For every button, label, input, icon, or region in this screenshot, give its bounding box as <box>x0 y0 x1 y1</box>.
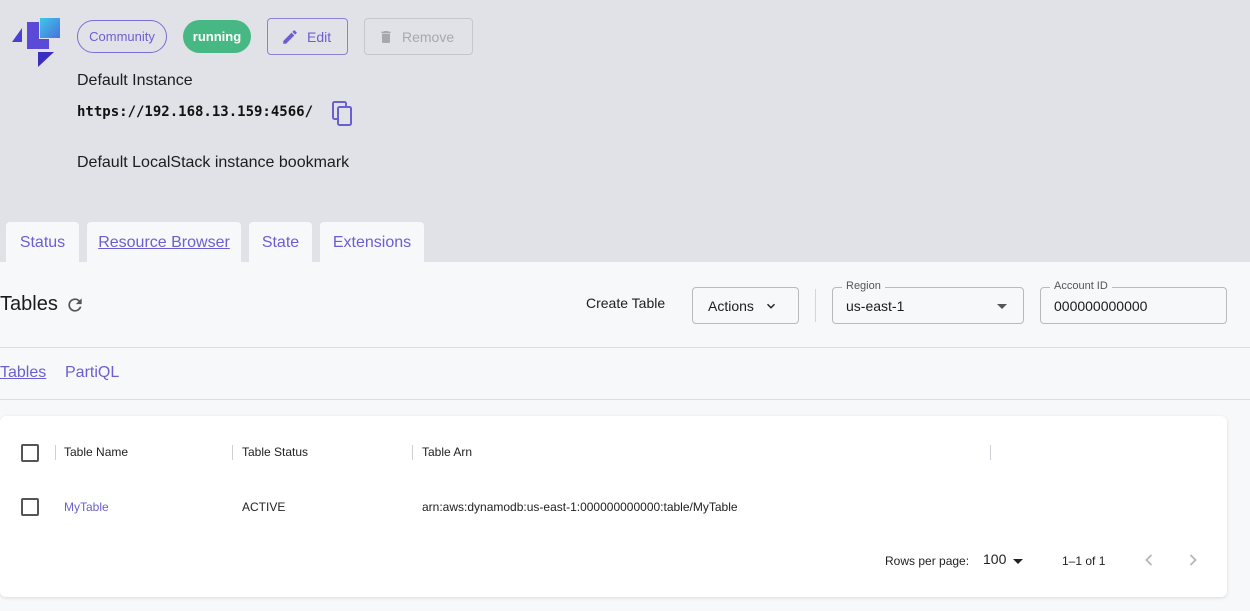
region-select[interactable]: Region us-east-1 <box>832 280 1024 324</box>
account-id-label: Account ID <box>1050 280 1112 292</box>
table-status: ACTIVE <box>242 500 286 514</box>
copy-icon[interactable] <box>332 101 354 127</box>
divider <box>0 399 1250 400</box>
tab-status[interactable]: Status <box>6 222 79 263</box>
pagination-info: 1–1 of 1 <box>1062 554 1106 568</box>
column-header-table-status[interactable]: Table Status <box>242 445 308 459</box>
create-table-button[interactable]: Create Table <box>586 295 665 311</box>
status-badge: running <box>183 20 251 53</box>
edition-chip: Community <box>77 20 167 53</box>
tab-state[interactable]: State <box>249 222 312 263</box>
column-separator <box>412 445 413 460</box>
account-id-value: 000000000000 <box>1054 298 1148 314</box>
actions-label: Actions <box>708 297 754 314</box>
subtab-partiql[interactable]: PartiQL <box>65 364 119 382</box>
instance-header: Community running Edit Remove Default In… <box>0 0 1250 263</box>
caret-down-icon[interactable] <box>1013 559 1023 564</box>
table-name-link[interactable]: MyTable <box>64 500 109 514</box>
tab-resource-browser[interactable]: Resource Browser <box>87 222 241 263</box>
subtab-tables[interactable]: Tables <box>0 364 46 382</box>
region-label: Region <box>842 280 885 292</box>
actions-dropdown[interactable]: Actions <box>692 287 799 324</box>
column-separator <box>55 445 56 460</box>
row-checkbox[interactable] <box>21 498 39 516</box>
column-header-table-arn[interactable]: Table Arn <box>422 445 472 459</box>
column-header-table-name[interactable]: Table Name <box>64 445 128 459</box>
divider <box>0 347 1250 348</box>
account-id-field[interactable]: Account ID 000000000000 <box>1040 280 1227 324</box>
remove-button[interactable]: Remove <box>364 18 473 55</box>
edit-button[interactable]: Edit <box>267 18 348 55</box>
rows-per-page-select[interactable]: 100 <box>983 551 1006 567</box>
chevron-down-icon <box>766 303 775 309</box>
page-title: Tables <box>0 293 58 315</box>
select-all-checkbox[interactable] <box>21 444 39 462</box>
instance-url: https://192.168.13.159:4566/ <box>77 104 314 120</box>
chevron-right-icon[interactable] <box>1183 550 1203 570</box>
rows-per-page-label: Rows per page: <box>885 554 970 568</box>
instance-description: Default LocalStack instance bookmark <box>77 154 350 171</box>
edit-icon <box>283 29 297 44</box>
caret-down-icon <box>997 304 1007 309</box>
trash-icon <box>381 30 391 43</box>
toolbar-divider <box>815 289 816 322</box>
tables-grid: Table Name Table Status Table Arn MyTabl… <box>0 416 1227 597</box>
region-value: us-east-1 <box>846 298 905 314</box>
edit-button-label: Edit <box>307 28 332 45</box>
instance-name: Default Instance <box>77 72 193 89</box>
table-arn: arn:aws:dynamodb:us-east-1:000000000000:… <box>422 500 738 514</box>
refresh-icon[interactable] <box>65 295 85 315</box>
tab-extensions[interactable]: Extensions <box>320 222 424 263</box>
column-separator <box>232 445 233 460</box>
chevron-left-icon[interactable] <box>1139 550 1159 570</box>
column-separator <box>990 445 991 460</box>
remove-button-label: Remove <box>402 28 455 45</box>
localstack-logo <box>12 18 60 67</box>
